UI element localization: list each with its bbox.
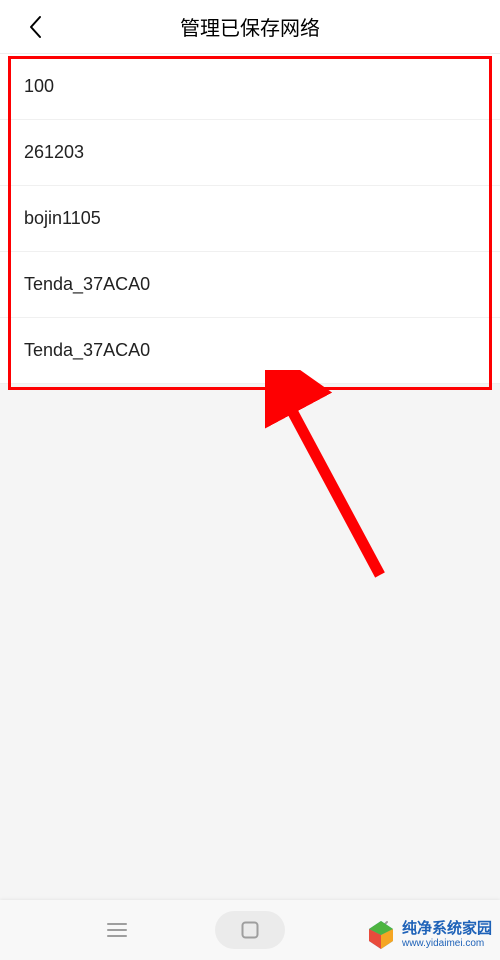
watermark-text: 纯净系统家园 bbox=[402, 921, 492, 938]
watermark-text-wrap: 纯净系统家园 www.yidaimei.com bbox=[402, 921, 492, 949]
nav-home-button[interactable] bbox=[215, 911, 285, 949]
back-button[interactable] bbox=[20, 12, 50, 42]
network-name: Tenda_37ACA0 bbox=[24, 340, 150, 361]
network-item[interactable]: 100 bbox=[0, 54, 500, 120]
watermark-url: www.yidaimei.com bbox=[402, 938, 492, 949]
nav-recents-button[interactable] bbox=[82, 911, 152, 949]
network-item[interactable]: Tenda_37ACA0 bbox=[0, 318, 500, 384]
network-name: bojin1105 bbox=[24, 208, 101, 229]
square-icon bbox=[241, 921, 259, 939]
network-name: Tenda_37ACA0 bbox=[24, 274, 150, 295]
network-item[interactable]: bojin1105 bbox=[0, 186, 500, 252]
watermark: 纯净系统家园 www.yidaimei.com bbox=[364, 918, 492, 952]
menu-icon bbox=[107, 922, 127, 938]
network-item[interactable]: 261203 bbox=[0, 120, 500, 186]
header: 管理已保存网络 bbox=[0, 0, 500, 54]
network-list: 100 261203 bojin1105 Tenda_37ACA0 Tenda_… bbox=[0, 54, 500, 384]
network-name: 261203 bbox=[24, 142, 84, 163]
watermark-logo-icon bbox=[364, 918, 398, 952]
chevron-left-icon bbox=[28, 15, 42, 39]
network-name: 100 bbox=[24, 76, 54, 97]
annotation-arrow bbox=[265, 370, 395, 590]
page-title: 管理已保存网络 bbox=[0, 12, 500, 41]
network-item[interactable]: Tenda_37ACA0 bbox=[0, 252, 500, 318]
